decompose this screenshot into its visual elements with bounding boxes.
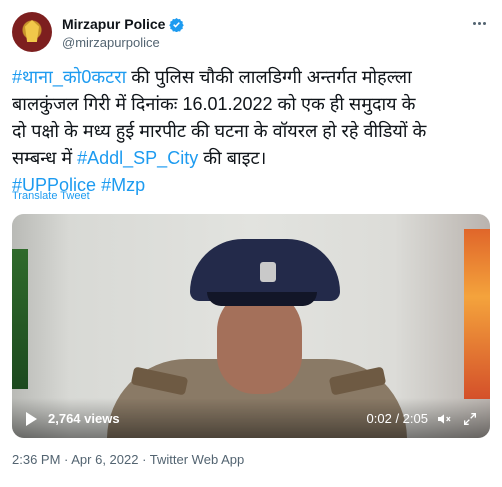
tweet-text-line: #थाना_को0कटरा की पुलिस चौकी लालडिग्गी अन… <box>12 64 496 91</box>
author-display-name[interactable]: Mirzapur Police <box>62 16 165 32</box>
video-player[interactable]: 2,764 views 0:02 / 2:05 <box>12 214 490 438</box>
cap-badge <box>260 262 276 282</box>
hashtag-link[interactable]: #Addl_SP_City <box>77 148 198 168</box>
tweet-text-segment: दो पक्षो के मध्य हुई मारपीट की घटना के व… <box>12 121 427 141</box>
tweet-timestamp[interactable]: 2:36 PM · Apr 6, 2022 · Twitter Web App <box>12 452 244 467</box>
hashtag-link[interactable]: #Mzp <box>101 175 145 195</box>
flag-left <box>12 249 28 389</box>
verified-badge-icon <box>169 17 185 32</box>
tweet-text-segment: सम्बन्ध में <box>12 148 78 168</box>
tweet-header: Mirzapur Police @mirzapurpolice <box>12 12 490 56</box>
tweet-text-line: सम्बन्ध में #Addl_SP_City की बाइट। <box>12 145 496 172</box>
video-time: 0:02 / 2:05 <box>366 411 428 426</box>
play-icon[interactable] <box>26 412 37 426</box>
fullscreen-icon[interactable] <box>462 411 478 427</box>
avatar[interactable] <box>12 12 52 52</box>
author-name-row: Mirzapur Police <box>62 16 185 32</box>
tweet-text-segment: बालकुंजल गिरी में दिनांकः 16.01.2022 को … <box>12 94 416 114</box>
hashtag-link[interactable]: #थाना_को0कटरा <box>12 67 126 87</box>
tweet-text-line: दो पक्षो के मध्य हुई मारपीट की घटना के व… <box>12 118 496 145</box>
mute-icon[interactable] <box>436 411 452 427</box>
flag-right <box>464 229 490 399</box>
view-count: 2,764 views <box>48 411 120 426</box>
tweet-text-segment: की पुलिस चौकी लालडिग्गी अन्तर्गत मोहल्ला <box>126 67 412 87</box>
tweet-text: #थाना_को0कटरा की पुलिस चौकी लालडिग्गी अन… <box>12 64 496 199</box>
police-crest-logo <box>25 20 39 42</box>
more-options-icon[interactable] <box>468 14 490 32</box>
author-handle[interactable]: @mirzapurpolice <box>62 35 160 50</box>
video-controls: 2,764 views 0:02 / 2:05 <box>12 398 490 438</box>
tweet-text-line: बालकुंजल गिरी में दिनांकः 16.01.2022 को … <box>12 91 496 118</box>
translate-tweet-link[interactable]: Translate Tweet <box>12 190 90 202</box>
tweet-text-segment: की बाइट। <box>198 148 267 168</box>
officer-cap-peak <box>207 292 317 306</box>
